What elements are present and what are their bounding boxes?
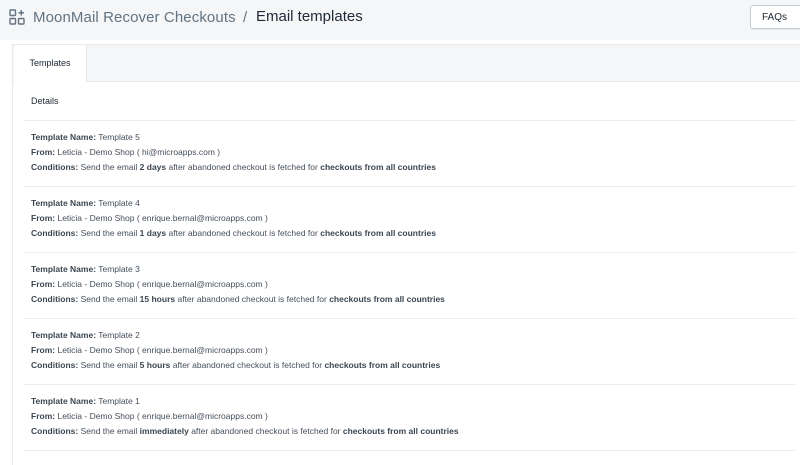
template-name-line: Template Name: Template 4 (31, 196, 795, 211)
conditions-label: Conditions: (31, 228, 79, 238)
templates-card: Templates Details Template Name: Templat… (12, 44, 800, 465)
after-text: after abandoned checkout is fetched for (172, 360, 323, 370)
from-value: Leticia - Demo Shop ( enrique.bernal@mic… (57, 213, 268, 223)
from-label: From: (31, 147, 56, 157)
send-prefix: Send the email (80, 294, 138, 304)
template-name-label: Template Name: (31, 264, 97, 274)
faqs-button[interactable]: FAQs (750, 5, 800, 29)
after-text: after abandoned checkout is fetched for (177, 294, 327, 304)
conditions-line: Conditions: Send the email 2 days after … (31, 160, 795, 175)
template-name-value: Template 5 (98, 132, 140, 142)
target-value: checkouts from all countries (329, 294, 445, 304)
from-label: From: (31, 279, 56, 289)
conditions-line: Conditions: Send the email 15 hours afte… (31, 292, 795, 307)
delay-value: 2 days (139, 162, 167, 172)
template-row[interactable]: Template Name: Template 3 From: Leticia … (23, 253, 795, 319)
from-line: From: Leticia - Demo Shop ( enrique.bern… (31, 343, 795, 358)
send-prefix: Send the email (80, 162, 138, 172)
from-label: From: (31, 345, 56, 355)
target-value: checkouts from all countries (324, 360, 441, 370)
template-row[interactable]: Template Name: Template 2 From: Leticia … (23, 319, 795, 385)
conditions-label: Conditions: (31, 426, 79, 436)
after-text: after abandoned checkout is fetched for (168, 162, 318, 172)
template-name-value: Template 4 (98, 198, 140, 208)
send-prefix: Send the email (80, 360, 138, 370)
from-value: Leticia - Demo Shop ( enrique.bernal@mic… (57, 345, 268, 355)
from-line: From: Leticia - Demo Shop ( enrique.bern… (31, 277, 795, 292)
after-text: after abandoned checkout is fetched for (168, 228, 318, 238)
details-header: Details (23, 82, 795, 121)
template-row[interactable]: Template Name: Template 5 From: Leticia … (23, 121, 795, 187)
template-name-line: Template Name: Template 5 (31, 130, 795, 145)
template-name-line: Template Name: Template 3 (31, 262, 795, 277)
conditions-label: Conditions: (31, 162, 79, 172)
template-list: Template Name: Template 5 From: Leticia … (23, 121, 795, 451)
from-line: From: Leticia - Demo Shop ( enrique.bern… (31, 211, 795, 226)
from-value: Leticia - Demo Shop ( enrique.bernal@mic… (57, 279, 268, 289)
conditions-label: Conditions: (31, 294, 79, 304)
after-text: after abandoned checkout is fetched for (191, 426, 341, 436)
delay-value: 15 hours (139, 294, 176, 304)
templates-section: Details Template Name: Template 5 From: … (23, 82, 795, 451)
template-name-label: Template Name: (31, 330, 97, 340)
target-value: checkouts from all countries (320, 228, 436, 238)
from-line: From: Leticia - Demo Shop ( hi@microapps… (31, 145, 795, 160)
send-prefix: Send the email (80, 426, 138, 436)
tab-templates[interactable]: Templates (14, 45, 87, 82)
breadcrumb-app-name[interactable]: MoonMail Recover Checkouts (33, 9, 236, 26)
template-name-value: Template 2 (98, 330, 140, 340)
from-label: From: (31, 213, 56, 223)
template-name-line: Template Name: Template 1 (31, 394, 795, 409)
conditions-line: Conditions: Send the email 5 hours after… (31, 358, 795, 373)
template-row[interactable]: Template Name: Template 4 From: Leticia … (23, 187, 795, 253)
page-title: Email templates (256, 8, 363, 25)
template-name-label: Template Name: (31, 132, 97, 142)
template-name-label: Template Name: (31, 198, 97, 208)
conditions-label: Conditions: (31, 360, 79, 370)
conditions-line: Conditions: Send the email 1 days after … (31, 226, 795, 241)
delay-value: immediately (139, 426, 189, 436)
template-name-label: Template Name: (31, 396, 97, 406)
target-value: checkouts from all countries (320, 162, 436, 172)
from-line: From: Leticia - Demo Shop ( enrique.bern… (31, 409, 795, 424)
tabs-bar: Templates (13, 45, 800, 82)
delay-value: 1 days (139, 228, 167, 238)
from-value: Leticia - Demo Shop ( hi@microapps.com ) (57, 147, 221, 157)
template-name-value: Template 1 (98, 396, 140, 406)
apps-add-icon (9, 9, 25, 25)
target-value: checkouts from all countries (342, 426, 459, 436)
delay-value: 5 hours (139, 360, 171, 370)
top-bar: MoonMail Recover Checkouts / Email templ… (0, 0, 800, 40)
template-name-line: Template Name: Template 2 (31, 328, 795, 343)
conditions-line: Conditions: Send the email immediately a… (31, 424, 795, 439)
from-label: From: (31, 411, 56, 421)
from-value: Leticia - Demo Shop ( enrique.bernal@mic… (57, 411, 268, 421)
send-prefix: Send the email (80, 228, 138, 238)
template-row[interactable]: Template Name: Template 1 From: Leticia … (23, 385, 795, 451)
breadcrumb-separator: / (243, 9, 248, 26)
template-name-value: Template 3 (98, 264, 140, 274)
